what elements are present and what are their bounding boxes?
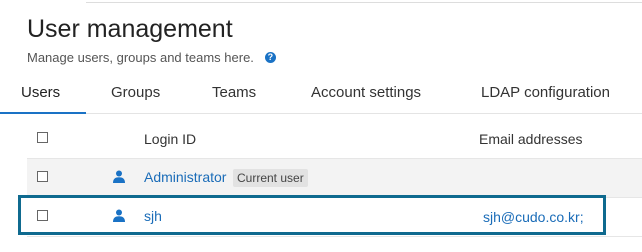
tab-groups[interactable]: Groups: [111, 84, 160, 101]
tab-teams[interactable]: Teams: [212, 84, 256, 101]
table-header-row: Login ID Email addresses: [27, 120, 642, 159]
email-link[interactable]: sjh@cudo.co.kr;: [483, 209, 584, 225]
login-id-link[interactable]: sjh: [144, 208, 162, 224]
row-checkbox[interactable]: [37, 210, 48, 221]
row-checkbox[interactable]: [37, 171, 48, 182]
current-user-badge: Current user: [233, 169, 308, 187]
table-row[interactable]: Administrator Current user: [27, 159, 642, 198]
tab-ldap-configuration[interactable]: LDAP configuration: [481, 84, 610, 101]
column-header-login-id[interactable]: Login ID: [144, 131, 196, 147]
top-divider: [86, 2, 642, 3]
select-all-checkbox[interactable]: [37, 132, 48, 143]
tab-bar: Users Groups Teams Account settings LDAP…: [0, 74, 642, 114]
column-header-email[interactable]: Email addresses: [479, 131, 583, 147]
page-title: User management: [27, 15, 233, 43]
table-row[interactable]: sjh sjh@cudo.co.kr;: [27, 198, 642, 237]
tab-account-settings[interactable]: Account settings: [311, 84, 421, 101]
subtitle-row: Manage users, groups and teams here. ?: [27, 50, 276, 65]
login-id-link[interactable]: Administrator: [144, 169, 226, 185]
tab-users[interactable]: Users: [21, 84, 60, 101]
page-subtitle: Manage users, groups and teams here.: [27, 50, 254, 65]
active-tab-indicator: [0, 112, 86, 114]
help-icon[interactable]: ?: [264, 52, 276, 63]
user-icon: [113, 170, 125, 183]
users-table: Login ID Email addresses Administrator C…: [27, 120, 642, 237]
page-header: User management Manage users, groups and…: [27, 15, 276, 65]
user-icon: [113, 209, 125, 222]
tab-divider: [86, 113, 642, 114]
